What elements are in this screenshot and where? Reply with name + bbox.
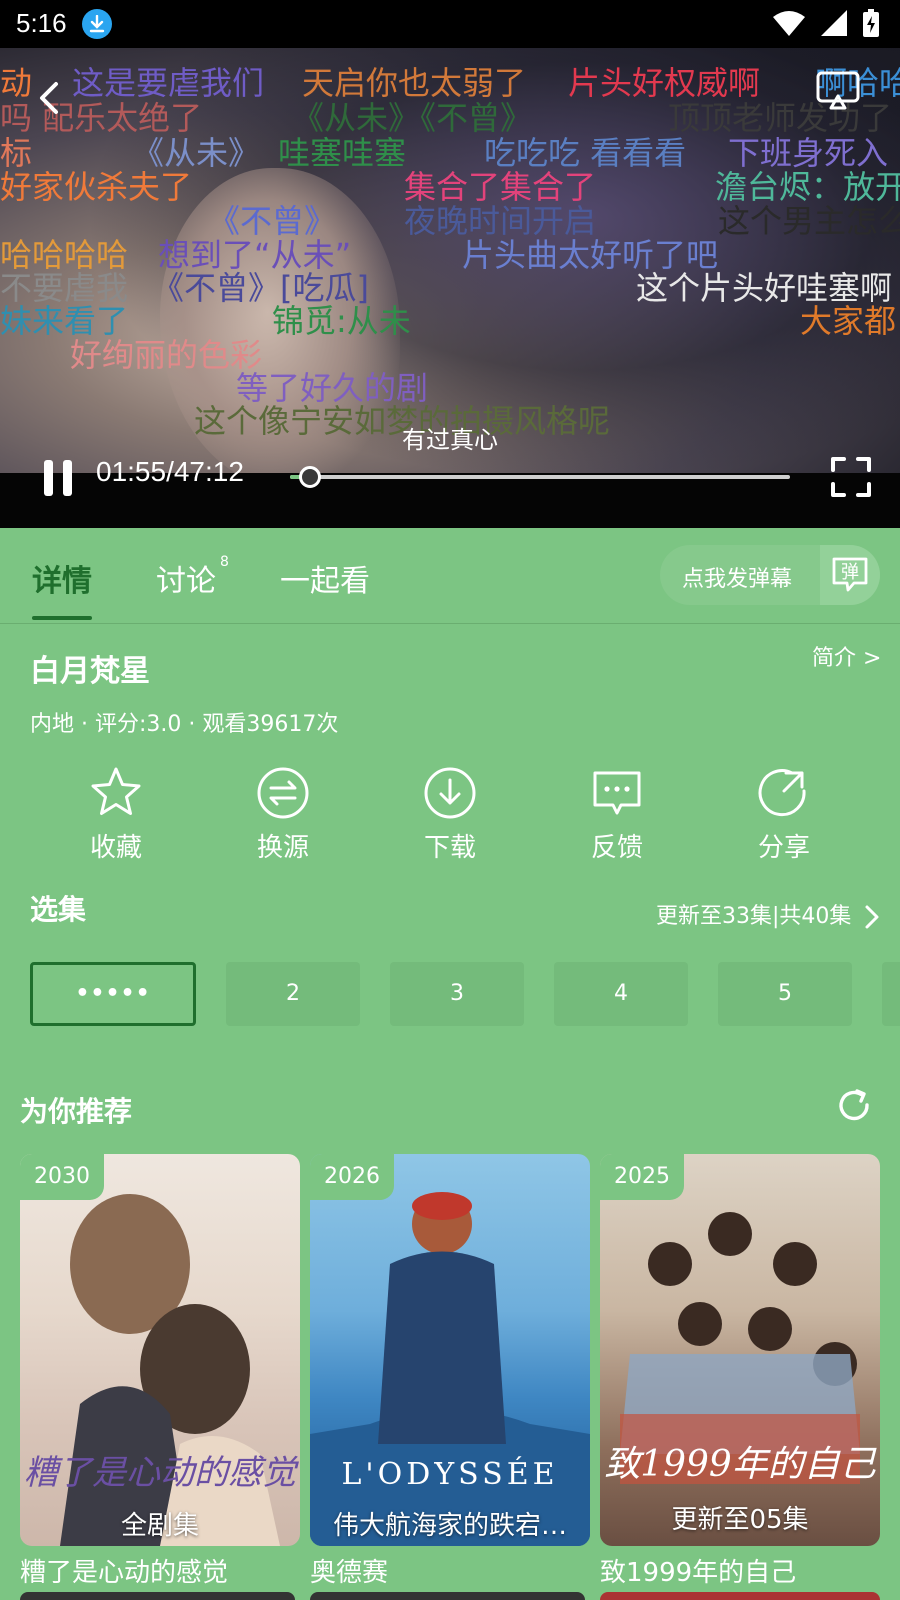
signal-icon <box>821 10 847 36</box>
chevron-left-icon <box>40 82 58 114</box>
action-row: 收藏 换源 下载 反馈 分享 <box>0 765 900 865</box>
card-caption: 更新至05集 <box>671 1505 809 1535</box>
pause-button[interactable] <box>38 456 78 500</box>
episodes-title: 选集 <box>30 893 87 926</box>
favorite-label: 收藏 <box>89 833 142 863</box>
episode-2[interactable]: 2 <box>226 962 360 1026</box>
show-title: 白月梵星 <box>30 654 150 689</box>
poster-image: 致1999年的自己 2025 更新至05集 <box>600 1154 880 1546</box>
next-row-card-peek <box>20 1592 295 1600</box>
danmaku-comment: 锦觅:从未 <box>272 302 411 340</box>
video-subtitle: 有过真心 <box>402 426 498 454</box>
feedback-button[interactable]: 反馈 <box>557 765 677 864</box>
status-icons <box>772 8 880 38</box>
switch-source-label: 换源 <box>256 833 309 863</box>
download-icon <box>424 767 476 819</box>
refresh-button[interactable] <box>836 1088 872 1124</box>
discuss-count-badge: 8 <box>220 554 229 570</box>
card-title: 糟了是心动的感觉 <box>20 1558 229 1588</box>
tab-details-label: 详情 <box>32 564 92 599</box>
tab-watch-together[interactable]: 一起看 <box>280 556 370 600</box>
switch-source-button[interactable]: 换源 <box>223 765 343 864</box>
year-badge: 2030 <box>20 1154 104 1200</box>
chevron-right-icon <box>865 905 879 929</box>
status-bar: 5:16 <box>0 0 900 48</box>
download-label: 下载 <box>423 833 476 863</box>
intro-link[interactable]: 简介 > <box>812 640 881 672</box>
swap-icon <box>257 767 309 819</box>
playback-timecode: 01:55/47:12 <box>96 456 244 487</box>
tab-watch-together-label: 一起看 <box>280 564 370 599</box>
tab-discuss-label: 讨论 <box>156 564 216 599</box>
detail-tabs: 详情 讨论8 一起看 点我发弹幕 弹 <box>0 528 900 624</box>
tab-discuss[interactable]: 讨论8 <box>156 554 229 600</box>
episode-5[interactable]: 5 <box>718 962 852 1026</box>
episode-6-peek[interactable] <box>882 962 900 1026</box>
show-meta: 内地 · 评分:3.0 · 观看39617次 <box>30 712 339 737</box>
pause-icon <box>44 460 72 496</box>
send-danmaku-label: 点我发弹幕 <box>682 567 793 592</box>
share-label: 分享 <box>757 833 810 863</box>
feedback-icon <box>593 771 641 815</box>
card-title: 奥德赛 <box>310 1558 389 1588</box>
progress-handle[interactable] <box>299 466 321 488</box>
fullscreen-button[interactable] <box>830 456 872 498</box>
episodes-more-link[interactable]: 更新至33集|共40集 <box>656 898 880 930</box>
fullscreen-icon <box>831 457 871 497</box>
poster-image: 糟了是心动的感觉 2030 全剧集 <box>20 1154 300 1546</box>
feedback-label: 反馈 <box>590 833 643 863</box>
favorite-button[interactable]: 收藏 <box>56 765 176 864</box>
poster-image: L'ODYSSÉE 2026 伟大航海家的跌宕… <box>310 1154 590 1546</box>
poster-title-art: 糟了是心动的感觉 <box>24 1453 299 1493</box>
episode-3[interactable]: 3 <box>390 962 524 1026</box>
episode-4[interactable]: 4 <box>554 962 688 1026</box>
download-button[interactable]: 下载 <box>390 765 510 864</box>
status-time: 5:16 <box>16 8 67 38</box>
recommend-card[interactable]: 致1999年的自己 2025 更新至05集 致1999年的自己 <box>600 1154 880 1589</box>
cast-button[interactable] <box>815 70 861 110</box>
recommend-card[interactable]: 糟了是心动的感觉 2030 全剧集 糟了是心动的感觉 <box>20 1154 300 1589</box>
danmaku-comment: 好家伙杀夫了 <box>0 168 193 206</box>
recommend-title: 为你推荐 <box>20 1095 133 1128</box>
back-button[interactable] <box>30 78 70 118</box>
cast-icon <box>816 71 860 110</box>
active-tab-indicator <box>32 616 92 620</box>
episode-1[interactable]: ••••• <box>30 962 196 1026</box>
danmaku-comment: 哇塞哇塞 <box>278 134 407 172</box>
send-danmaku-button[interactable]: 点我发弹幕 弹 <box>660 545 880 605</box>
poster-title-art: 致1999年的自己 <box>604 1444 877 1485</box>
next-row-card-peek <box>310 1592 585 1600</box>
download-notification-icon <box>82 9 112 39</box>
wifi-icon <box>773 11 805 36</box>
year-badge: 2026 <box>310 1154 394 1200</box>
progress-bar[interactable] <box>290 466 790 488</box>
danmaku-comment: 好绚丽的色彩 <box>70 336 263 374</box>
share-button[interactable]: 分享 <box>724 765 844 864</box>
danmaku-icon: 弹 <box>820 545 880 605</box>
refresh-icon <box>839 1089 869 1121</box>
video-player[interactable]: 动这是要虐我们 天启你也太弱了 片头好权威啊 啊哈哈吗 配乐太绝了 《从未》《不曾》 顶顶… <box>0 48 900 528</box>
battery-icon <box>863 9 879 37</box>
recommend-card[interactable]: L'ODYSSÉE 2026 伟大航海家的跌宕… 奥德赛 <box>310 1154 590 1589</box>
poster-title-art: L'ODYSSÉE <box>342 1456 559 1492</box>
year-badge: 2025 <box>600 1154 684 1200</box>
danmaku-comment: 大家都 <box>800 302 897 340</box>
tab-details[interactable]: 详情 <box>32 556 92 600</box>
episodes-more-label: 更新至33集|共40集 <box>656 904 852 929</box>
svg-text:弹: 弹 <box>841 562 859 583</box>
star-icon <box>91 767 141 815</box>
card-title: 致1999年的自己 <box>600 1558 797 1588</box>
next-row-card-peek <box>600 1592 880 1600</box>
card-caption: 全剧集 <box>120 1511 199 1541</box>
card-caption: 伟大航海家的跌宕… <box>332 1511 567 1541</box>
share-icon <box>758 769 806 817</box>
danmaku-comment: 这个男主怎么 <box>718 202 900 240</box>
